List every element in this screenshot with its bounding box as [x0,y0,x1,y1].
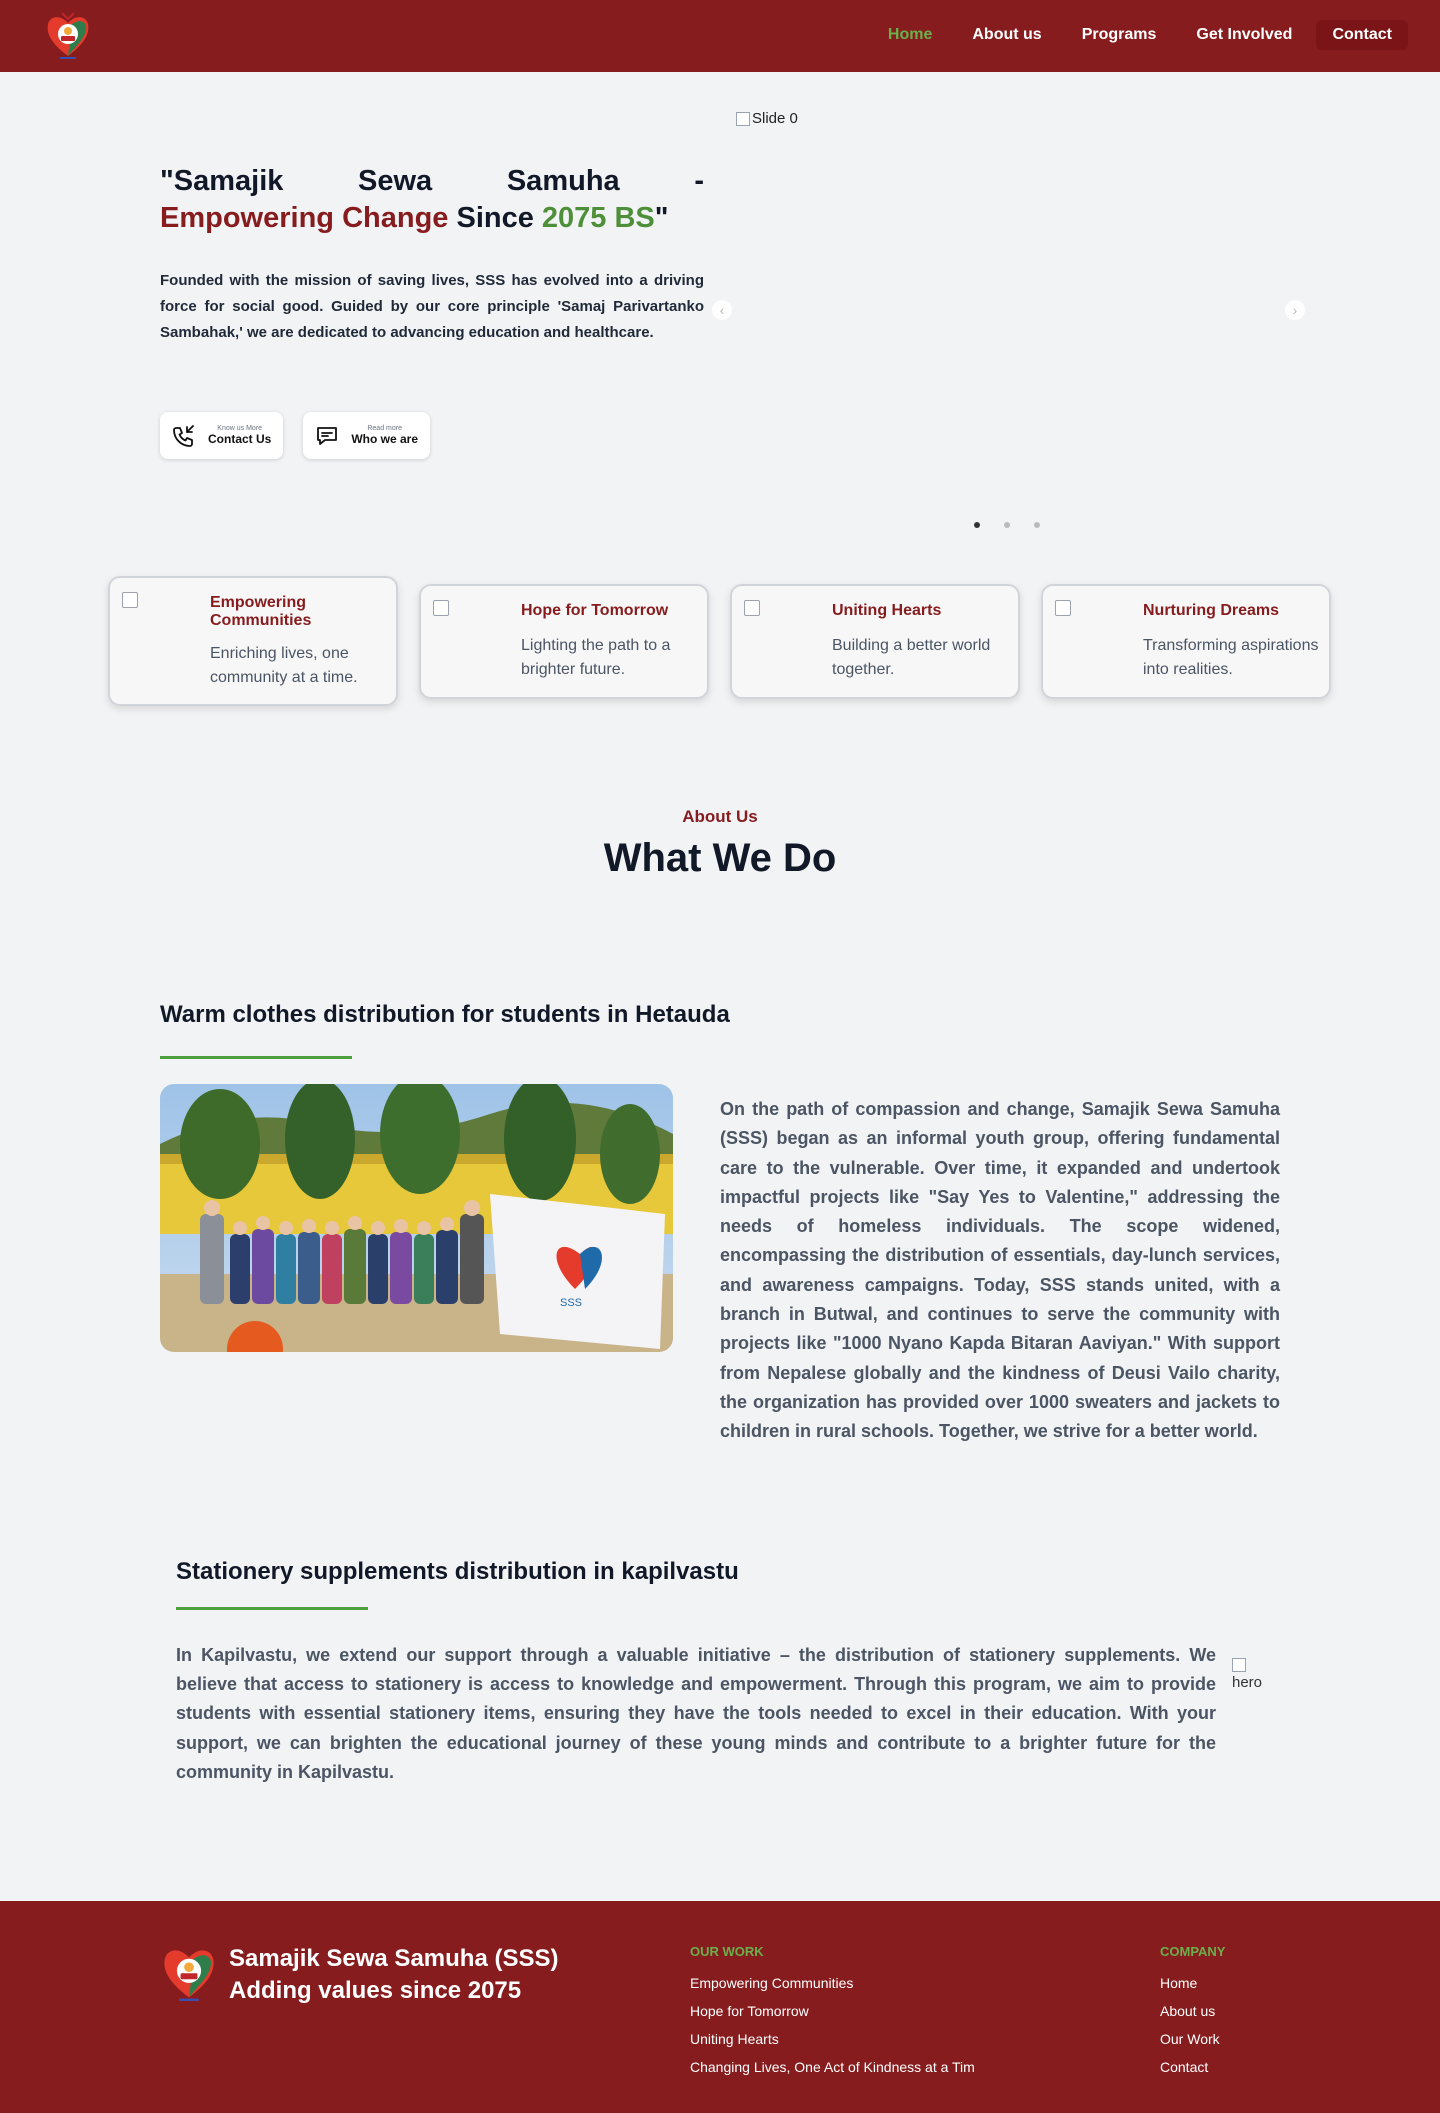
feature-card-title: Nurturing Dreams [1143,602,1280,619]
section-image-alt: hero [1232,1674,1263,1691]
hero-title-year: 2075 BS [541,202,655,234]
feature-card-description: Enriching lives, one community at a time… [210,645,358,686]
slider-dots [974,522,1040,528]
slider-dot[interactable] [974,522,980,528]
who-we-are-label: Who we are [351,432,419,446]
feature-card-description: Lighting the path to a brighter future. [521,637,671,678]
section-image: hero [1232,1656,1270,1692]
feature-card-description: Transforming aspirations into realities. [1143,637,1319,678]
hero-title: "Samajik Sewa Samuha - Empowering Change… [160,163,704,237]
chevron-right-icon[interactable]: › [1285,300,1305,320]
who-we-are-button[interactable]: Read more Who we are [303,412,431,459]
footer-tagline: Adding values since 2075 [229,1977,522,2004]
nav-get-involved[interactable]: Get Involved [1180,20,1308,50]
broken-image-icon [122,592,138,608]
hero-description: Founded with the mission of saving lives… [160,272,704,341]
contact-us-button[interactable]: Know us More Contact Us [160,412,284,459]
hero-title-word: - [694,165,704,197]
footer-link[interactable]: Contact [1160,2053,1225,2081]
footer-brand-name: Samajik Sewa Samuha (SSS) [229,1945,559,1972]
footer-heading: OUR WORK [690,1944,764,1959]
nav-home[interactable]: Home [872,20,948,50]
footer-company-column: COMPANY Home About us Our Work Contact [1160,1944,1225,2081]
feature-card: Uniting Hearts Building a better world t… [730,584,1020,699]
feature-card: Hope for Tomorrow Lighting the path to a… [419,584,709,699]
footer-link[interactable]: Hope for Tomorrow [690,1997,975,2025]
hero-title-word: "Samajik [160,165,284,197]
slider-dot[interactable] [1034,522,1040,528]
footer-link[interactable]: Home [1160,1969,1225,1997]
slider-dot[interactable] [1004,522,1010,528]
section-title: Stationery supplements distribution in k… [176,1558,739,1585]
hero-title-since: Since [448,202,542,234]
logo-heart-icon[interactable] [160,1941,218,2003]
svg-text:SSS: SSS [560,1297,582,1309]
section-underline [176,1607,368,1610]
hero-title-word: Samuha [506,165,620,197]
section-underline [160,1056,352,1059]
about-kicker: About Us [682,807,758,826]
broken-image-icon [433,600,449,616]
group-photo: SSS [160,1084,673,1352]
footer-link[interactable]: Our Work [1160,2025,1225,2053]
top-navbar: Home About us Programs Get Involved Cont… [0,0,1440,72]
footer-link[interactable]: Changing Lives, One Act of Kindness at a… [690,2053,975,2081]
section-title: Warm clothes distribution for students i… [160,1001,730,1028]
broken-image-icon [744,600,760,616]
section-body: In Kapilvastu, we extend our support thr… [176,1645,1216,1782]
feature-card: Nurturing Dreams Transforming aspiration… [1041,584,1331,699]
nav-contact-button[interactable]: Contact [1316,20,1408,50]
footer: Samajik Sewa Samuha (SSS) Adding values … [0,1901,1440,2113]
about-title: What We Do [603,836,837,880]
slide-alt-text: Slide 0 [752,110,798,127]
footer-link[interactable]: About us [1160,1997,1225,2025]
hero-slide-image: Slide 0 [736,110,798,127]
hero-title-highlight: Empowering Change [160,202,449,234]
nav-about-us[interactable]: About us [956,20,1057,50]
broken-image-icon [736,111,750,126]
feature-card-title: Empowering Communities [210,594,312,629]
feature-card-title: Hope for Tomorrow [521,602,669,619]
feature-card: Empowering Communities Enriching lives, … [108,576,398,706]
chevron-left-icon[interactable]: ‹ [712,300,732,320]
footer-link[interactable]: Uniting Hearts [690,2025,975,2053]
footer-heading: COMPANY [1160,1944,1226,1959]
footer-link[interactable]: Empowering Communities [690,1969,975,1997]
nav-programs[interactable]: Programs [1066,20,1173,50]
footer-work-column: OUR WORK Empowering Communities Hope for… [690,1944,975,2081]
hero-title-word: Sewa [358,165,433,197]
section-body: On the path of compassion and change, Sa… [720,1099,1280,1442]
hero-title-quote: " [654,202,669,234]
contact-us-caption: Know us More [217,425,263,432]
phone-icon [173,424,194,447]
chat-icon [317,426,338,445]
broken-image-icon [1232,1658,1246,1673]
logo-heart-icon[interactable] [44,10,92,60]
contact-us-label: Contact Us [208,432,272,446]
feature-card-description: Building a better world together. [832,637,991,678]
feature-card-title: Uniting Hearts [832,602,942,619]
broken-image-icon [1055,600,1071,616]
who-we-are-caption: Read more [367,425,402,432]
